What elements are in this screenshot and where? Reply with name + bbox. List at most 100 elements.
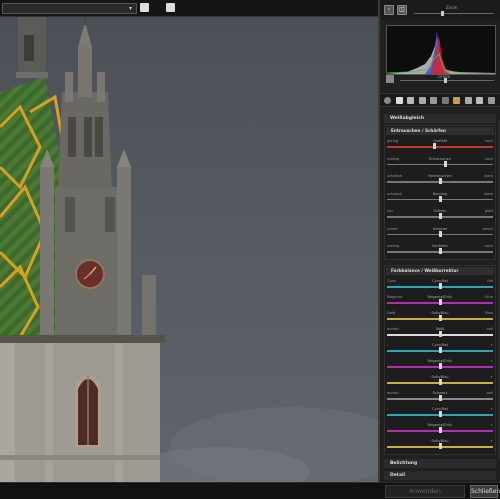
color-slider-row: dunkel Schwarz hell xyxy=(387,390,493,407)
zoom-label: Zoom xyxy=(446,5,458,10)
slider-knob[interactable] xyxy=(438,230,442,237)
color-balance-box: Farbbalance / Weißkorrektur Cyan Cyan/Rot… xyxy=(384,265,496,455)
grid-icon[interactable] xyxy=(386,75,394,83)
denoise-slider-row: schwach Banding stark xyxy=(387,191,493,208)
slider-right-label: + xyxy=(490,359,493,363)
color-slider-row: - Cyan/Rot + xyxy=(387,406,493,423)
section-white-balance[interactable]: Weißabgleich xyxy=(384,114,496,123)
section-exposure[interactable]: Belichtung xyxy=(384,459,496,468)
crop-icon[interactable] xyxy=(395,97,403,104)
color-slider-row: - Magenta/Grün + xyxy=(387,358,493,375)
color-slider-row: Gelb Gelb/Blau Blau xyxy=(387,310,493,327)
slider-name-label: Entrauschen xyxy=(429,156,451,161)
color-slider-row: - Gelb/Blau + xyxy=(387,374,493,391)
slider-knob[interactable] xyxy=(443,160,447,167)
slider-knob[interactable] xyxy=(438,213,442,219)
slider-track[interactable] xyxy=(387,146,493,148)
slider-knob[interactable] xyxy=(438,315,442,321)
slider-right-label: Blau xyxy=(485,311,493,315)
slider-knob[interactable] xyxy=(438,283,442,289)
compare-icon[interactable]: ◫ xyxy=(397,5,407,15)
slider-right-label: hoch xyxy=(484,139,493,143)
slider-right-label: stark xyxy=(484,174,493,178)
slider-right-label: Rot xyxy=(487,279,493,283)
denoise-slider-row: schwach Farbrauschen stark xyxy=(387,173,493,190)
slider-right-label: hoch xyxy=(484,244,493,248)
color-slider-row: Magenta Magenta/Grün Grün xyxy=(387,294,493,311)
section-denoise-sharpen[interactable]: Entrauschen / Schärfen xyxy=(386,127,494,135)
gradient-icon[interactable] xyxy=(453,97,460,104)
denoise-slider-row: niedrig Entrauschen hoch xyxy=(387,156,493,173)
slider-right-label: + xyxy=(490,423,493,427)
slider-knob[interactable] xyxy=(438,443,442,449)
panel-header: › ◫ Zoom xyxy=(380,0,500,20)
slider-knob[interactable] xyxy=(438,347,442,353)
close-button[interactable]: Schließen xyxy=(470,485,500,498)
slider-knob[interactable] xyxy=(438,331,442,337)
slider-knob[interactable] xyxy=(438,427,442,433)
histogram xyxy=(386,25,496,75)
slider-knob[interactable] xyxy=(438,248,442,254)
denoise-slider-row: scharf Hotpixel weich xyxy=(387,226,493,243)
zoom-slider-track[interactable] xyxy=(414,13,494,14)
section-detail[interactable]: Detail xyxy=(384,471,496,480)
color-slider-row: dunkel Weiß hell xyxy=(387,326,493,343)
photo-editor-window: ▾ › ◫ Zoom Größe Weißabgleich Entrausche… xyxy=(0,0,500,499)
arrow-right-icon[interactable]: › xyxy=(384,5,394,15)
slider-right-label: hell xyxy=(486,327,493,331)
slider-right-label: Grün xyxy=(484,295,493,299)
slider-knob[interactable] xyxy=(438,195,442,202)
denoise-slider-row: niedrig Schärfen hoch xyxy=(387,243,493,260)
camera-icon[interactable] xyxy=(487,97,495,104)
photo-icon[interactable] xyxy=(476,97,483,104)
slider-right-label: + xyxy=(490,375,493,379)
chevron-down-icon[interactable]: ▾ xyxy=(126,4,135,13)
adjustments-panel: › ◫ Zoom Größe Weißabgleich Entrauschen … xyxy=(378,0,500,482)
size-slider-track[interactable] xyxy=(400,80,494,81)
slider-right-label: + xyxy=(490,439,493,443)
layers-icon[interactable] xyxy=(140,3,149,12)
slider-knob[interactable] xyxy=(438,395,442,401)
list-icon[interactable] xyxy=(407,97,414,104)
path-select[interactable]: ▾ xyxy=(2,3,137,14)
bw-icon[interactable] xyxy=(430,97,437,104)
section-color-balance[interactable]: Farbbalance / Weißkorrektur xyxy=(386,267,494,275)
slider-right-label: hell xyxy=(486,391,493,395)
color-slider-row: - Cyan/Rot + xyxy=(387,342,493,359)
image-icon[interactable] xyxy=(418,97,426,104)
slider-knob[interactable] xyxy=(433,143,437,149)
denoise-slider-row: gering Qualität hoch xyxy=(387,138,493,155)
color-slider-row: - Magenta/Grün + xyxy=(387,422,493,439)
denoise-sharpen-box: Entrauschen / Schärfen gering Qualität hoc… xyxy=(384,125,496,260)
slider-right-label: + xyxy=(490,343,493,347)
slider-track[interactable] xyxy=(387,163,493,165)
denoise-slider-row: rau Glätten glatt xyxy=(387,208,493,225)
color-slider-row: Cyan Cyan/Rot Rot xyxy=(387,278,493,295)
slider-knob[interactable] xyxy=(438,299,442,305)
histogram-graph xyxy=(386,30,496,75)
church-tower-photo xyxy=(0,17,378,482)
slider-right-label: + xyxy=(490,407,493,411)
size-row: Größe xyxy=(384,74,498,85)
clone-icon[interactable] xyxy=(464,97,472,104)
size-slider-knob[interactable] xyxy=(444,78,447,83)
add-image-icon[interactable] xyxy=(166,3,175,12)
bottom-bar: Anwenden Schließen xyxy=(0,482,500,499)
slider-name-label: Qualität xyxy=(433,139,447,143)
zoom-slider-knob[interactable] xyxy=(441,11,444,16)
slider-knob[interactable] xyxy=(438,363,442,369)
top-toolbar: ▾ xyxy=(0,0,378,17)
settings-icon[interactable] xyxy=(384,97,391,104)
slider-knob[interactable] xyxy=(438,379,442,385)
tool-row xyxy=(380,93,500,107)
color-slider-row: - Gelb/Blau + xyxy=(387,438,493,455)
slider-right-label: stark xyxy=(484,191,493,196)
apply-button[interactable]: Anwenden xyxy=(385,485,465,498)
slider-right-label: weich xyxy=(482,226,493,231)
slider-knob[interactable] xyxy=(438,411,442,417)
circle-icon[interactable] xyxy=(441,97,449,104)
slider-knob[interactable] xyxy=(438,178,442,184)
image-preview[interactable] xyxy=(0,17,378,482)
slider-right-label: glatt xyxy=(484,209,493,213)
slider-right-label: hoch xyxy=(484,156,493,161)
